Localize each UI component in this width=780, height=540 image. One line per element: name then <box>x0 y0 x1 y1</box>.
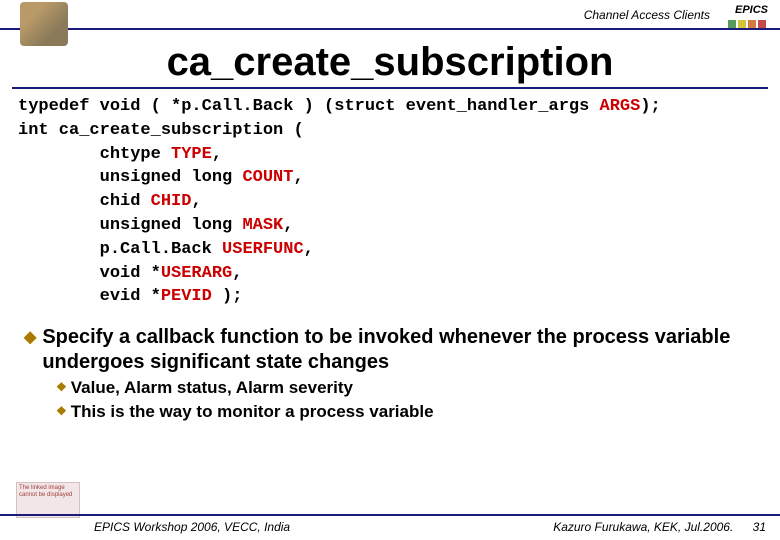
code-line-2: int ca_create_subscription ( <box>18 121 304 140</box>
triangle-bullet-icon: ❖ <box>56 404 67 420</box>
footer-bar: EPICS Workshop 2006, VECC, India Kazuro … <box>0 514 780 534</box>
code-line-1: typedef void ( *p.Call.Back ) (struct ev… <box>18 97 661 116</box>
bullet-sub-2: ❖ This is the way to monitor a process v… <box>0 399 780 423</box>
bullet-sub-1-text: Value, Alarm status, Alarm severity <box>71 377 353 399</box>
header-subtitle: Channel Access Clients <box>584 8 710 22</box>
footer-right: Kazuro Furukawa, KEK, Jul.2006. <box>553 520 733 534</box>
epics-color-boxes <box>728 20 766 28</box>
code-block: typedef void ( *p.Call.Back ) (struct ev… <box>0 89 780 319</box>
org-logo <box>20 2 68 46</box>
code-line-3: chtype TYPE, <box>18 145 222 164</box>
slide-title: ca_create_subscription <box>12 40 768 89</box>
header-bar: Channel Access Clients EPICS <box>0 0 780 30</box>
bullet-main-text: Specify a callback function to be invoke… <box>42 325 760 375</box>
code-line-7: p.Call.Back USERFUNC, <box>18 240 314 259</box>
code-line-8: void *USERARG, <box>18 264 242 283</box>
code-line-5: chid CHID, <box>18 192 202 211</box>
diamond-bullet-icon: ◆ <box>24 328 36 348</box>
broken-image-placeholder: The linked image cannot be displayed <box>16 482 80 518</box>
code-line-9: evid *PEVID ); <box>18 287 242 306</box>
page-number: 31 <box>753 520 766 534</box>
code-line-6: unsigned long MASK, <box>18 216 293 235</box>
code-line-4: unsigned long COUNT, <box>18 168 304 187</box>
footer-left: EPICS Workshop 2006, VECC, India <box>94 520 290 534</box>
bullet-sub-2-text: This is the way to monitor a process var… <box>71 401 434 423</box>
triangle-bullet-icon: ❖ <box>56 380 67 396</box>
bullet-sub-1: ❖ Value, Alarm status, Alarm severity <box>0 375 780 399</box>
epics-label: EPICS <box>735 4 768 16</box>
bullet-main: ◆ Specify a callback function to be invo… <box>0 319 780 375</box>
